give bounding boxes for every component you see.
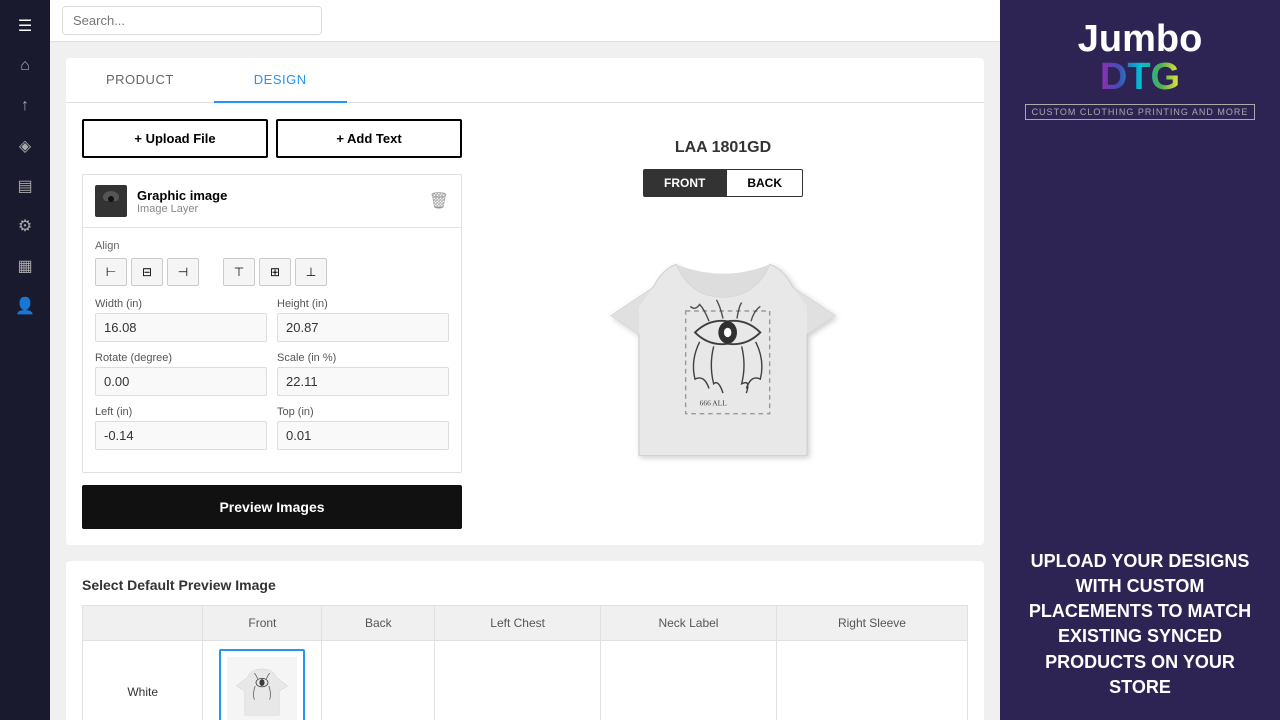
- top-input[interactable]: [277, 421, 449, 450]
- rotate-input[interactable]: [95, 367, 267, 396]
- left-field-group: Left (in): [95, 406, 267, 450]
- scale-label: Scale (in %): [277, 352, 449, 364]
- topbar: [50, 0, 1000, 42]
- front-column-header: Front: [203, 606, 322, 641]
- left-chest-column-header: Left Chest: [435, 606, 601, 641]
- height-input[interactable]: [277, 313, 449, 342]
- inbox-nav-icon[interactable]: ▤: [7, 168, 43, 204]
- rotate-field-group: Rotate (degree): [95, 352, 267, 396]
- back-column-header: Back: [322, 606, 435, 641]
- search-input[interactable]: [62, 6, 322, 35]
- thumb-tshirt-svg: [232, 662, 292, 720]
- page-area: PRODUCT DESIGN + Upload File + Add Text: [50, 42, 1000, 720]
- bottom-card: Select Default Preview Image Front Back …: [66, 561, 984, 720]
- layer-header: Graphic image Image Layer 🗑: [83, 175, 461, 228]
- left-panel: + Upload File + Add Text: [82, 119, 462, 529]
- layer-controls: Align ⊢ ⊟ ⊣ ⊤ ⊞ ⊥: [83, 228, 461, 472]
- align-left-button[interactable]: ⊢: [95, 258, 127, 286]
- scale-field-group: Scale (in %): [277, 352, 449, 396]
- preview-images-button[interactable]: Preview Images: [82, 485, 462, 529]
- left-chest-thumb-cell: [435, 641, 601, 720]
- chart-nav-icon[interactable]: ▦: [7, 248, 43, 284]
- brand-tagline: Custom Clothing Printing and More: [1025, 104, 1256, 120]
- upload-nav-icon[interactable]: ↑: [7, 88, 43, 124]
- select-preview-title: Select Default Preview Image: [82, 577, 968, 593]
- neck-label-thumb-cell: [601, 641, 777, 720]
- tabs: PRODUCT DESIGN: [66, 58, 984, 103]
- main-card: PRODUCT DESIGN + Upload File + Add Text: [66, 58, 984, 545]
- add-text-button[interactable]: + Add Text: [276, 119, 462, 158]
- layer-delete-icon[interactable]: 🗑: [429, 191, 449, 211]
- tshirt-preview: 666 ALL: [583, 213, 863, 493]
- align-section: Align ⊢ ⊟ ⊣ ⊤ ⊞ ⊥: [95, 240, 449, 286]
- tag-nav-icon[interactable]: ◈: [7, 128, 43, 164]
- front-thumb-cell[interactable]: [203, 641, 322, 720]
- upload-file-button[interactable]: + Upload File: [82, 119, 268, 158]
- width-field-group: Width (in): [95, 298, 267, 342]
- back-thumb-cell: [322, 641, 435, 720]
- left-input[interactable]: [95, 421, 267, 450]
- width-label: Width (in): [95, 298, 267, 310]
- align-top-button[interactable]: ⊤: [223, 258, 255, 286]
- front-view-button[interactable]: FRONT: [643, 169, 726, 197]
- user-nav-icon[interactable]: 👤: [7, 288, 43, 324]
- brand-cta: UPLOAD YOUR DESIGNS WITH CUSTOM PLACEMEN…: [1020, 549, 1260, 700]
- preview-table: Front Back Left Chest Neck Label Right S…: [82, 605, 968, 720]
- neck-label-column-header: Neck Label: [601, 606, 777, 641]
- width-input[interactable]: [95, 313, 267, 342]
- height-field-group: Height (in): [277, 298, 449, 342]
- card-body: + Upload File + Add Text: [66, 103, 984, 545]
- layer-panel: Graphic image Image Layer 🗑 Align ⊢: [82, 174, 462, 473]
- tab-product[interactable]: PRODUCT: [66, 58, 214, 103]
- color-name-cell: White: [83, 641, 203, 720]
- align-center-h-button[interactable]: ⊟: [131, 258, 163, 286]
- main-content: PRODUCT DESIGN + Upload File + Add Text: [50, 0, 1000, 720]
- align-right-button[interactable]: ⊣: [167, 258, 199, 286]
- brand-panel: Jumbo DTG Custom Clothing Printing and M…: [1000, 0, 1280, 720]
- left-label: Left (in): [95, 406, 267, 418]
- sidebar: ☰ ⌂ ↑ ◈ ▤ ⚙ ▦ 👤: [0, 0, 50, 720]
- align-center-v-button[interactable]: ⊞: [259, 258, 291, 286]
- align-bottom-button[interactable]: ⊥: [295, 258, 327, 286]
- layer-thumbnail: [95, 185, 127, 217]
- view-buttons: FRONT BACK: [643, 169, 803, 197]
- fields-grid: Width (in) Height (in) Rotate (degree): [95, 298, 449, 450]
- layer-info: Graphic image Image Layer: [137, 188, 429, 215]
- brand-jumbo: Jumbo: [1078, 20, 1203, 58]
- layer-thumb-icon: [97, 187, 125, 215]
- top-field-group: Top (in): [277, 406, 449, 450]
- height-label: Height (in): [277, 298, 449, 310]
- color-column-header: [83, 606, 203, 641]
- right-sleeve-thumb-cell: [776, 641, 967, 720]
- menu-icon[interactable]: ☰: [7, 8, 43, 44]
- front-thumb-image: [227, 657, 297, 720]
- layer-type: Image Layer: [137, 203, 429, 215]
- align-row: ⊢ ⊟ ⊣ ⊤ ⊞ ⊥: [95, 258, 449, 286]
- upload-buttons: + Upload File + Add Text: [82, 119, 462, 158]
- settings-nav-icon[interactable]: ⚙: [7, 208, 43, 244]
- product-id: LAA 1801GD: [675, 139, 771, 157]
- dashboard-icon[interactable]: ⌂: [7, 48, 43, 84]
- right-panel: LAA 1801GD FRONT BACK: [478, 119, 968, 529]
- brand-logo: Jumbo DTG: [1078, 20, 1203, 96]
- top-label: Top (in): [277, 406, 449, 418]
- back-view-button[interactable]: BACK: [726, 169, 803, 197]
- tshirt-svg: 666 ALL: [583, 213, 863, 493]
- table-header-row: Front Back Left Chest Neck Label Right S…: [83, 606, 968, 641]
- scale-input[interactable]: [277, 367, 449, 396]
- layer-name: Graphic image: [137, 188, 429, 203]
- align-label: Align: [95, 240, 449, 252]
- brand-dtg: DTG: [1078, 58, 1203, 96]
- front-thumb-container[interactable]: [219, 649, 305, 720]
- tab-design[interactable]: DESIGN: [214, 58, 347, 103]
- svg-text:666 ALL: 666 ALL: [700, 398, 728, 407]
- right-sleeve-column-header: Right Sleeve: [776, 606, 967, 641]
- table-row: White: [83, 641, 968, 720]
- rotate-label: Rotate (degree): [95, 352, 267, 364]
